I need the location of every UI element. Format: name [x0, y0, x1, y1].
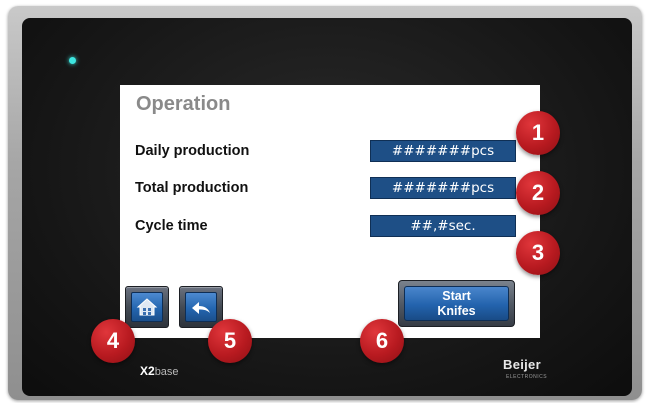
page-title: Operation	[136, 93, 231, 115]
callout-2: 2	[516, 171, 560, 215]
callout-1: 1	[516, 111, 560, 155]
callout-5: 5	[208, 319, 252, 363]
callout-6: 6	[360, 319, 404, 363]
total-production-value: #######pcs	[370, 177, 516, 199]
callout-4: 4	[91, 319, 135, 363]
model-label: X2base	[140, 364, 179, 378]
hmi-screen: Operation Daily production #######pcs To…	[120, 85, 540, 338]
home-button-face	[131, 292, 163, 322]
model-prefix: X2	[140, 364, 155, 378]
start-knifes-button[interactable]: Start Knifes	[398, 280, 515, 327]
home-icon	[136, 298, 158, 316]
hmi-device-illustration: Operation Daily production #######pcs To…	[0, 0, 646, 403]
brand-sub-label: ELECTRONICS	[506, 374, 548, 380]
start-knifes-label-line2: Knifes	[437, 304, 476, 318]
daily-production-value: #######pcs	[370, 140, 516, 162]
back-button-face	[185, 292, 217, 322]
back-arrow-icon	[192, 302, 210, 314]
cycle-time-value: ##,#sec.	[370, 215, 516, 237]
start-knifes-button-face: Start Knifes	[404, 286, 509, 321]
daily-production-label: Daily production	[135, 143, 250, 159]
start-knifes-label-line1: Start	[442, 289, 471, 303]
back-button[interactable]	[179, 286, 223, 328]
total-production-label: Total production	[135, 180, 249, 196]
home-button[interactable]	[125, 286, 169, 328]
callout-3: 3	[516, 231, 560, 275]
status-led	[69, 57, 76, 64]
cycle-time-label: Cycle time	[135, 218, 208, 234]
brand-logo: Beijer	[503, 357, 541, 372]
model-suffix: base	[154, 366, 179, 378]
